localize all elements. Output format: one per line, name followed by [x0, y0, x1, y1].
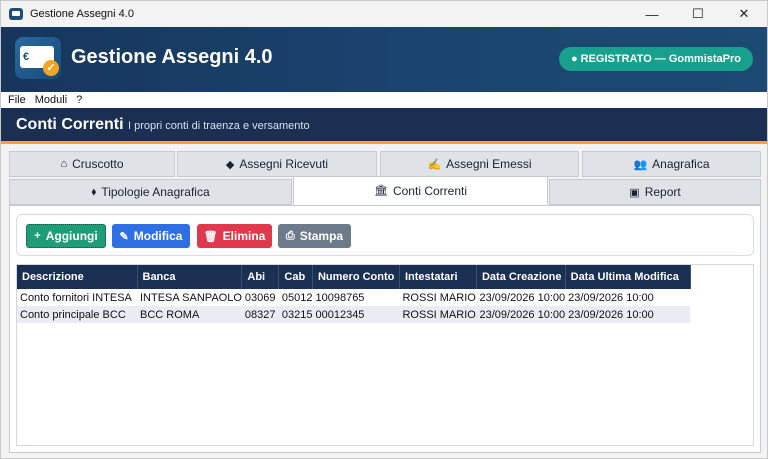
bank-icon: 🏛	[374, 185, 388, 197]
check-icon: ✓	[43, 60, 59, 76]
diamond-icon: ◆	[225, 158, 235, 171]
window-title: Gestione Assegni 4.0	[30, 8, 134, 20]
menu-file[interactable]: File	[8, 94, 26, 106]
column-header[interactable]: Intestatari	[399, 265, 477, 289]
column-header[interactable]: Banca	[137, 265, 243, 289]
table-header-row: Descrizione Banca Abi Cab Numero Conto I…	[17, 265, 691, 289]
table-cell: 10098765	[315, 291, 365, 304]
window-controls: — ☐ ✕	[629, 1, 767, 27]
add-button[interactable]: + Aggiungi	[26, 224, 106, 248]
menu-bar: File Moduli ?	[1, 92, 767, 108]
table-cell: ROSSI MARIO	[402, 291, 476, 304]
trash-icon: 🗑	[203, 230, 218, 243]
tab-label: Assegni Ricevuti	[239, 157, 329, 171]
print-button-label: Stampa	[299, 229, 344, 243]
table-row[interactable]: Conto principale BCC BCC ROMA 08327 0321…	[17, 306, 691, 323]
column-header[interactable]: Descrizione	[17, 265, 138, 289]
maximize-button[interactable]: ☐	[675, 1, 721, 27]
action-toolbar: + Aggiungi ✎ Modifica 🗑 Elimina ⎙ Stampa	[16, 214, 754, 256]
tag-icon: ⬧	[91, 185, 97, 198]
plus-icon: +	[34, 230, 41, 242]
table-cell: 08327	[241, 306, 279, 323]
accounts-table: Descrizione Banca Abi Cab Numero Conto I…	[17, 265, 691, 323]
tab-anagrafica[interactable]: 👥 Anagrafica	[582, 151, 761, 177]
edit-button[interactable]: ✎ Modifica	[112, 224, 190, 248]
column-header[interactable]: Numero Conto	[312, 265, 400, 289]
table-cell: 23/09/2026 10:00	[476, 306, 566, 323]
tab-assegni-emessi[interactable]: ✍ Assegni Emessi	[380, 151, 579, 177]
pencil-icon: ✎	[119, 230, 129, 243]
edit-button-label: Modifica	[133, 229, 183, 243]
tab-assegni-ricevuti[interactable]: ◆ Assegni Ricevuti	[177, 151, 377, 177]
column-header[interactable]: Cab	[278, 265, 313, 289]
table-cell: Conto principale BCC	[17, 306, 137, 323]
tab-label: Conti Correnti	[392, 183, 467, 198]
delete-button[interactable]: 🗑 Elimina	[197, 224, 272, 248]
table-cell: Conto fornitori INTESA	[20, 291, 132, 304]
add-button-label: Aggiungi	[45, 229, 98, 243]
registration-badge: ● REGISTRATO — GommistaPro	[558, 47, 753, 71]
home-icon: ⌂	[60, 158, 68, 170]
table-cell: 23/09/2026 10:00	[568, 291, 654, 304]
column-header[interactable]: Data Creazione	[476, 265, 566, 289]
accounts-grid: Descrizione Banca Abi Cab Numero Conto I…	[16, 264, 754, 446]
section-title: Conti Correnti	[16, 116, 124, 133]
table-cell: BCC ROMA	[137, 306, 242, 323]
app-icon	[9, 8, 23, 20]
delete-button-label: Elimina	[222, 229, 266, 243]
tab-conti-correnti[interactable]: 🏛 Conti Correnti	[293, 176, 548, 205]
app-logo: € ✓	[15, 37, 61, 79]
close-button[interactable]: ✕	[721, 1, 767, 27]
table-cell: INTESA SANPAOLO	[140, 291, 242, 304]
table-cell: 03215	[278, 306, 313, 323]
tab-label: Cruscotto	[72, 157, 124, 171]
tab-label: Anagrafica	[652, 157, 710, 171]
app-header: € ✓ Gestione Assegni 4.0 ● REGISTRATO — …	[1, 27, 767, 92]
app-title: Gestione Assegni 4.0	[71, 46, 273, 68]
signature-icon: ✍	[427, 158, 442, 171]
tab-tipologie-anagrafica[interactable]: ⬧ Tipologie Anagrafica	[9, 179, 292, 205]
title-bar: Gestione Assegni 4.0 — ☐ ✕	[1, 1, 767, 27]
column-header[interactable]: Abi	[241, 265, 280, 289]
menu-moduli[interactable]: Moduli	[35, 94, 67, 106]
printer-icon: ⎙	[285, 229, 295, 242]
table-row[interactable]: Conto fornitori INTESA INTESA SANPAOLO 0…	[17, 289, 690, 306]
tab-report[interactable]: ▣ Report	[549, 179, 761, 205]
section-header: Conti Correnti I propri conti di traenza…	[1, 108, 767, 144]
minimize-button[interactable]: —	[629, 1, 675, 27]
app-window: Gestione Assegni 4.0 — ☐ ✕ € ✓ Gestione …	[0, 0, 768, 459]
table-cell: 23/09/2026 10:00	[479, 291, 566, 304]
table-cell: 00012345	[312, 306, 400, 323]
tab-label: Tipologie Anagrafica	[101, 185, 210, 199]
table-cell: 23/09/2026 10:00	[565, 306, 691, 323]
column-header[interactable]: Data Ultima Modifica	[565, 265, 691, 289]
section-subtitle: I propri conti di traenza e versamento	[128, 120, 310, 132]
tab-label: Assegni Emessi	[446, 157, 532, 171]
report-icon: ▣	[629, 186, 640, 199]
print-button[interactable]: ⎙ Stampa	[278, 224, 351, 248]
users-icon: 👥	[633, 158, 648, 171]
content-panel: + Aggiungi ✎ Modifica 🗑 Elimina ⎙ Stampa…	[9, 205, 761, 453]
tab-cruscotto[interactable]: ⌂ Cruscotto	[9, 151, 175, 177]
menu-help[interactable]: ?	[76, 94, 82, 106]
table-cell: ROSSI MARIO	[399, 306, 477, 323]
table-cell: 05012	[281, 291, 313, 304]
table-cell: 03069	[244, 291, 276, 304]
tab-strip: ⌂ Cruscotto ◆ Assegni Ricevuti ✍ Assegni…	[9, 149, 761, 205]
tab-label: Report	[644, 185, 681, 199]
